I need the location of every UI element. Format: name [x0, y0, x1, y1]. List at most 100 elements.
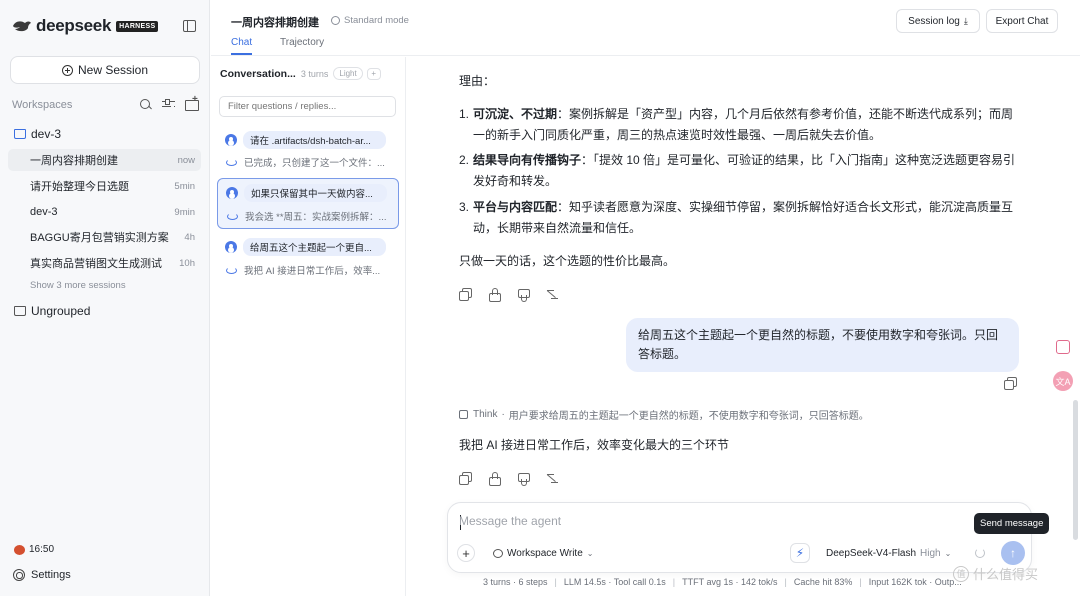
- app-window: deepseek HARNESS New Session Workspaces …: [0, 0, 1080, 596]
- assistant-whale-icon: [225, 157, 237, 167]
- folder-ungrouped[interactable]: Ungrouped: [14, 304, 90, 318]
- copy-icon[interactable]: [459, 288, 472, 301]
- attach-plus-icon[interactable]: +: [457, 544, 475, 562]
- model-select[interactable]: DeepSeek-V4-Flash High ⌄: [826, 548, 951, 559]
- model-name: DeepSeek-V4-Flash: [826, 548, 917, 559]
- session-time: now: [177, 154, 195, 166]
- conversation-panel: Conversation... 3 turns Light + 请在 .arti…: [211, 57, 406, 596]
- session-item[interactable]: dev-3 9min: [8, 201, 201, 223]
- thumbs-up-icon[interactable]: [488, 472, 501, 486]
- settings-button[interactable]: Settings: [13, 569, 71, 581]
- think-block[interactable]: Think · 用户要求给周五的主题起一个更自然的标题，不使用数字和夸张词，只回…: [459, 407, 869, 422]
- folder-icon: [14, 306, 26, 316]
- chat-main: 理由： 1. 可沉淀、不过期：案例拆解是「资产型」内容，几个月后依然有参考价值，还…: [407, 57, 1057, 596]
- stat-item: 3 turns · 6 steps: [483, 577, 548, 587]
- stat-item: LLM 14.5s · Tool call 0.1s: [563, 577, 666, 587]
- mode-icon: [331, 16, 340, 25]
- turn-answer: 已完成，只创建了这一个文件：...: [244, 158, 385, 169]
- brand-name: deepseek: [36, 16, 112, 35]
- new-session-button[interactable]: New Session: [10, 56, 200, 84]
- session-time: 5min: [174, 180, 195, 192]
- reason-point: 2. 结果导向有传播钩子：「提效 10 倍」是可量化、可验证的结果，比「入门指南」…: [459, 150, 1024, 192]
- sidebar: deepseek HARNESS New Session Workspaces …: [0, 0, 210, 596]
- turn-question: 给周五这个主题起一个更自...: [243, 238, 386, 256]
- point-title: 结果导向有传播钩子: [473, 153, 582, 167]
- session-time: 9min: [174, 206, 195, 218]
- session-label: dev-3: [30, 206, 58, 218]
- new-folder-icon[interactable]: [185, 94, 199, 111]
- turn-answer: 我会选 **周五：实战案例拆解：...: [245, 212, 387, 223]
- message-input[interactable]: [459, 514, 939, 528]
- filter-icon[interactable]: [162, 98, 175, 111]
- workspace-icon: [493, 549, 503, 558]
- thumbs-up-icon[interactable]: [488, 288, 501, 302]
- point-title: 可沉淀、不过期: [473, 107, 558, 121]
- stat-item: TTFT avg 1s · 142 tok/s: [682, 577, 778, 587]
- turn-item-selected[interactable]: 如果只保留其中一天做内容... 我会选 **周五：实战案例拆解：...: [217, 178, 399, 229]
- export-chat-button[interactable]: Export Chat: [986, 9, 1058, 33]
- turn-question: 请在 .artifacts/dsh-batch-ar...: [243, 131, 386, 149]
- conversation-title: Conversation...: [220, 67, 296, 80]
- bolt-icon[interactable]: ⚡: [790, 543, 810, 563]
- user-avatar-icon: [225, 134, 237, 146]
- reason-point: 3. 平台与内容匹配：知乎读者愿意为深度、实操细节停留，案例拆解恰好适合长文形式，…: [459, 197, 1024, 239]
- turn-item[interactable]: 给周五这个主题起一个更自... 我把 AI 接进日常工作后，效率...: [217, 235, 399, 281]
- tab-chat[interactable]: Chat: [231, 37, 253, 55]
- watermark: 值 什么值得买: [953, 564, 1038, 583]
- thumbs-down-icon[interactable]: [517, 472, 530, 486]
- user-avatar-icon: [225, 241, 237, 253]
- session-label: BAGGU寄月包营销实测方案: [30, 232, 169, 244]
- session-label: 真实商品营销图文生成测试: [30, 258, 162, 270]
- workspace-mode-label: Workspace Write: [507, 548, 583, 559]
- chevron-down-icon: ⌄: [944, 549, 952, 558]
- send-tooltip: Send message: [974, 513, 1050, 534]
- copy-icon[interactable]: [1004, 377, 1017, 390]
- point-number: 2.: [459, 153, 470, 167]
- sidebar-toggle-icon[interactable]: [183, 20, 196, 32]
- turn-item[interactable]: 请在 .artifacts/dsh-batch-ar... 已完成，只创建了这一…: [217, 127, 399, 173]
- plus-icon[interactable]: +: [366, 67, 381, 80]
- tomato-icon: [14, 544, 25, 555]
- search-icon[interactable]: [139, 98, 152, 111]
- model-level: High: [920, 548, 941, 559]
- show-more-sessions[interactable]: Show 3 more sessions: [30, 280, 126, 291]
- session-item[interactable]: 真实商品营销图文生成测试 10h: [8, 252, 201, 274]
- grid-plus-icon[interactable]: [1056, 340, 1070, 354]
- folder-label: dev-3: [31, 127, 62, 141]
- branch-icon[interactable]: [546, 472, 559, 485]
- loading-spinner-icon: [975, 548, 985, 558]
- conversation-header: Conversation... 3 turns Light +: [220, 67, 400, 80]
- session-item[interactable]: 请开始整理今日选题 5min: [8, 175, 201, 197]
- think-separator: ·: [501, 409, 505, 420]
- watermark-badge: 值: [953, 565, 969, 582]
- branch-icon[interactable]: [546, 288, 559, 301]
- copy-icon[interactable]: [459, 472, 472, 485]
- send-button[interactable]: ↑: [1001, 541, 1025, 565]
- pomodoro-timer[interactable]: 16:50: [14, 544, 54, 555]
- plus-circle-icon: [61, 64, 73, 76]
- workspace-mode-select[interactable]: Workspace Write ⌄: [493, 548, 593, 559]
- user-avatar-icon: [226, 187, 238, 199]
- scrollbar[interactable]: [1073, 400, 1078, 540]
- session-log-button[interactable]: Session log ⤓: [896, 9, 980, 33]
- message-actions: [459, 288, 559, 302]
- tab-trajectory[interactable]: Trajectory: [280, 37, 324, 55]
- run-stats: 3 turns · 6 steps | LLM 14.5s · Tool call…: [483, 577, 962, 587]
- stat-item: Input 162K tok · Outp...: [868, 577, 962, 587]
- stat-item: Cache hit 83%: [793, 577, 853, 587]
- translate-avatar-icon[interactable]: 文A: [1053, 371, 1073, 391]
- turn-question: 如果只保留其中一天做内容...: [244, 184, 387, 202]
- watermark-text: 什么值得买: [973, 567, 1039, 582]
- light-toggle[interactable]: Light: [333, 67, 363, 80]
- folder-dev-3[interactable]: dev-3: [14, 127, 61, 141]
- thumbs-down-icon[interactable]: [517, 288, 530, 302]
- session-item[interactable]: BAGGU寄月包营销实测方案 4h: [8, 226, 201, 248]
- reason-point: 1. 可沉淀、不过期：案例拆解是「资产型」内容，几个月后依然有参考价值，还能不断迭…: [459, 104, 1024, 146]
- point-title: 平台与内容匹配: [473, 200, 558, 214]
- session-time: 4h: [184, 231, 195, 243]
- session-item[interactable]: 一周内容排期创建 now: [8, 149, 201, 171]
- page-title: 一周内容排期创建: [231, 17, 319, 29]
- folder-icon: [14, 129, 26, 139]
- message-composer: + Workspace Write ⌄ ⚡ DeepSeek-V4-Flash …: [447, 502, 1032, 573]
- filter-input[interactable]: [219, 96, 396, 117]
